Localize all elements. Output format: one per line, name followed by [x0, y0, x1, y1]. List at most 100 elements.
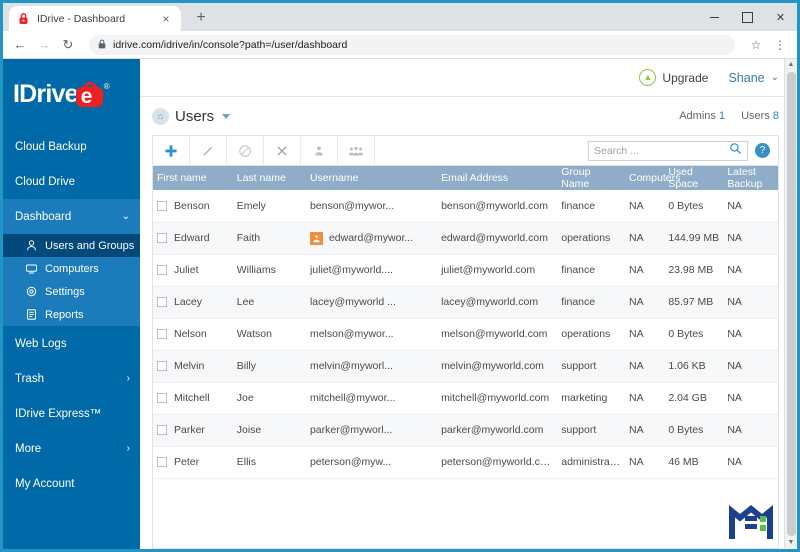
- sidebar-item-cloud-drive[interactable]: Cloud Drive: [3, 164, 140, 199]
- table-row[interactable]: Juliet Williams juliet@myworld.... juliet@m…: [153, 254, 778, 287]
- upgrade-button[interactable]: ▲ Upgrade: [639, 69, 708, 86]
- table-row[interactable]: Mitchell Joe mitchell@mywor... mitchell@myw…: [153, 382, 778, 415]
- sidebar-subitem-label: Users and Groups: [45, 239, 135, 252]
- sidebar-item-idrive-express[interactable]: IDrive Express™: [3, 396, 140, 431]
- cell-computers: NA: [624, 222, 665, 255]
- row-checkbox[interactable]: [157, 457, 167, 467]
- sidebar-item-more[interactable]: More ›: [3, 431, 140, 466]
- table-row[interactable]: Peter Ellis peterson@myw... peterson@myworl…: [153, 446, 778, 479]
- cell-username: melvin@myworl...: [305, 350, 438, 383]
- table-toolbar: ?: [153, 136, 778, 166]
- sidebar-item-computers[interactable]: Computers: [3, 257, 140, 280]
- column-header-last-name[interactable]: Last name: [232, 166, 306, 190]
- table-row[interactable]: Lacey Lee lacey@myworld ... lacey@myworld.c…: [153, 286, 778, 319]
- new-tab-button[interactable]: +: [191, 9, 211, 27]
- row-checkbox[interactable]: [157, 265, 167, 275]
- search-icon[interactable]: [729, 142, 742, 160]
- cell-first-name: Peter: [153, 446, 233, 479]
- column-header-latest-backup[interactable]: Latest Backup: [723, 166, 778, 190]
- scroll-down-arrow-icon[interactable]: ▼: [788, 537, 795, 549]
- maximize-button[interactable]: [731, 3, 764, 31]
- sidebar-item-label: Cloud Backup: [15, 140, 87, 153]
- row-checkbox[interactable]: [157, 329, 167, 339]
- table-row[interactable]: Edward Faith edward@mywor... edward@myworld…: [153, 222, 778, 255]
- column-header-first-name[interactable]: First name: [153, 166, 233, 190]
- cell-username: benson@mywor...: [305, 190, 438, 223]
- scroll-up-arrow-icon[interactable]: ▲: [788, 59, 795, 71]
- sidebar-item-web-logs[interactable]: Web Logs: [3, 326, 140, 361]
- sidebar-item-cloud-backup[interactable]: Cloud Backup: [3, 129, 140, 164]
- cell-email-address: lacey@myworld.com: [437, 286, 558, 319]
- idrive-logo[interactable]: IDrive e ®: [3, 59, 140, 129]
- browser-tab[interactable]: IDrive - Dashboard ×: [9, 6, 181, 31]
- cell-used-space: 1.06 KB: [664, 350, 724, 383]
- search-box[interactable]: [588, 140, 748, 161]
- chevron-down-icon[interactable]: [222, 113, 231, 119]
- cell-used-space: 23.98 MB: [664, 254, 724, 287]
- sidebar-item-settings[interactable]: Settings: [3, 280, 140, 303]
- cell-used-space: 0 Bytes: [664, 318, 724, 351]
- search-input[interactable]: [594, 144, 729, 157]
- close-tab-icon[interactable]: ×: [159, 13, 173, 25]
- groups-button[interactable]: [338, 136, 375, 165]
- sidebar-item-dashboard[interactable]: Dashboard ⌄: [3, 199, 140, 234]
- content-topbar: ▲ Upgrade Shane ⌄: [140, 59, 797, 97]
- page-scrollbar[interactable]: ▲ ▼: [784, 59, 797, 549]
- breadcrumb[interactable]: ⌂ Users: [152, 107, 231, 125]
- assign-user-button[interactable]: [301, 136, 338, 165]
- close-window-button[interactable]: ✕: [764, 3, 797, 31]
- cell-username: lacey@myworld ...: [305, 286, 438, 319]
- sidebar: IDrive e ® Cloud Backup Cloud Drive Dash…: [3, 59, 140, 549]
- cell-computers: NA: [624, 414, 665, 447]
- add-user-button[interactable]: [153, 136, 190, 165]
- row-checkbox[interactable]: [157, 297, 167, 307]
- table-row[interactable]: Nelson Watson melson@mywor... melson@myworl…: [153, 318, 778, 351]
- address-bar[interactable]: idrive.com/idrive/in/console?path=/user/…: [89, 34, 735, 55]
- home-icon[interactable]: ⌂: [152, 107, 169, 125]
- minimize-button[interactable]: [698, 3, 731, 31]
- sidebar-item-my-account[interactable]: My Account: [3, 466, 140, 501]
- column-header-computers[interactable]: Computers: [624, 166, 680, 190]
- table-row[interactable]: Parker Joise parker@myworl... parker@myworl…: [153, 414, 778, 447]
- username-text: edward@mywor...: [328, 232, 414, 244]
- column-header-email-address[interactable]: Email Address: [437, 166, 558, 190]
- table-search-area: ?: [580, 136, 778, 165]
- cell-first-name: Lacey: [153, 286, 233, 319]
- users-table: First name Last name Username Email Addr…: [153, 166, 778, 479]
- row-checkbox[interactable]: [157, 233, 167, 243]
- back-icon[interactable]: ←: [9, 34, 31, 56]
- row-checkbox[interactable]: [157, 425, 167, 435]
- row-checkbox[interactable]: [157, 393, 167, 403]
- browser-menu-icon[interactable]: ⋮: [769, 38, 791, 52]
- cell-first-name: Nelson: [153, 318, 233, 351]
- sidebar-item-trash[interactable]: Trash ›: [3, 361, 140, 396]
- column-header-username[interactable]: Username: [305, 166, 438, 190]
- forward-icon[interactable]: →: [33, 34, 55, 56]
- cell-username: parker@myworl...: [305, 414, 438, 447]
- column-header-used-space[interactable]: Used Space: [664, 166, 724, 190]
- monitor-icon: [25, 262, 38, 275]
- cell-group-name: operations: [557, 222, 625, 255]
- edit-user-button[interactable]: [190, 136, 227, 165]
- logo-text: IDrive: [13, 79, 78, 108]
- help-icon[interactable]: ?: [755, 143, 770, 158]
- row-checkbox[interactable]: [157, 200, 167, 211]
- column-header-group-name[interactable]: Group Name: [557, 166, 625, 190]
- reload-icon[interactable]: ↻: [57, 34, 79, 56]
- scrollbar-thumb[interactable]: [786, 72, 796, 536]
- cell-group-name: operations: [557, 318, 625, 351]
- delete-user-button[interactable]: [264, 136, 301, 165]
- sidebar-item-reports[interactable]: Reports: [3, 303, 140, 326]
- username-text: benson@mywor...: [309, 199, 395, 212]
- table-row[interactable]: Benson Emely benson@mywor... benson@myworld…: [153, 190, 778, 223]
- row-checkbox[interactable]: [157, 361, 167, 371]
- table-row[interactable]: Melvin Billy melvin@myworl... melvin@myworl…: [153, 350, 778, 383]
- sidebar-subitem-label: Reports: [45, 308, 84, 321]
- main-content: ▲ Upgrade Shane ⌄ ⌂ Users Admins 1 Users…: [140, 59, 797, 549]
- bookmark-star-icon[interactable]: ☆: [745, 38, 767, 52]
- disable-user-button[interactable]: [227, 136, 264, 165]
- browser-toolbar: ← → ↻ idrive.com/idrive/in/console?path=…: [3, 31, 797, 59]
- cell-computers: NA: [624, 446, 665, 479]
- sidebar-item-users-and-groups[interactable]: Users and Groups: [3, 234, 140, 257]
- user-menu[interactable]: Shane ⌄: [728, 71, 779, 85]
